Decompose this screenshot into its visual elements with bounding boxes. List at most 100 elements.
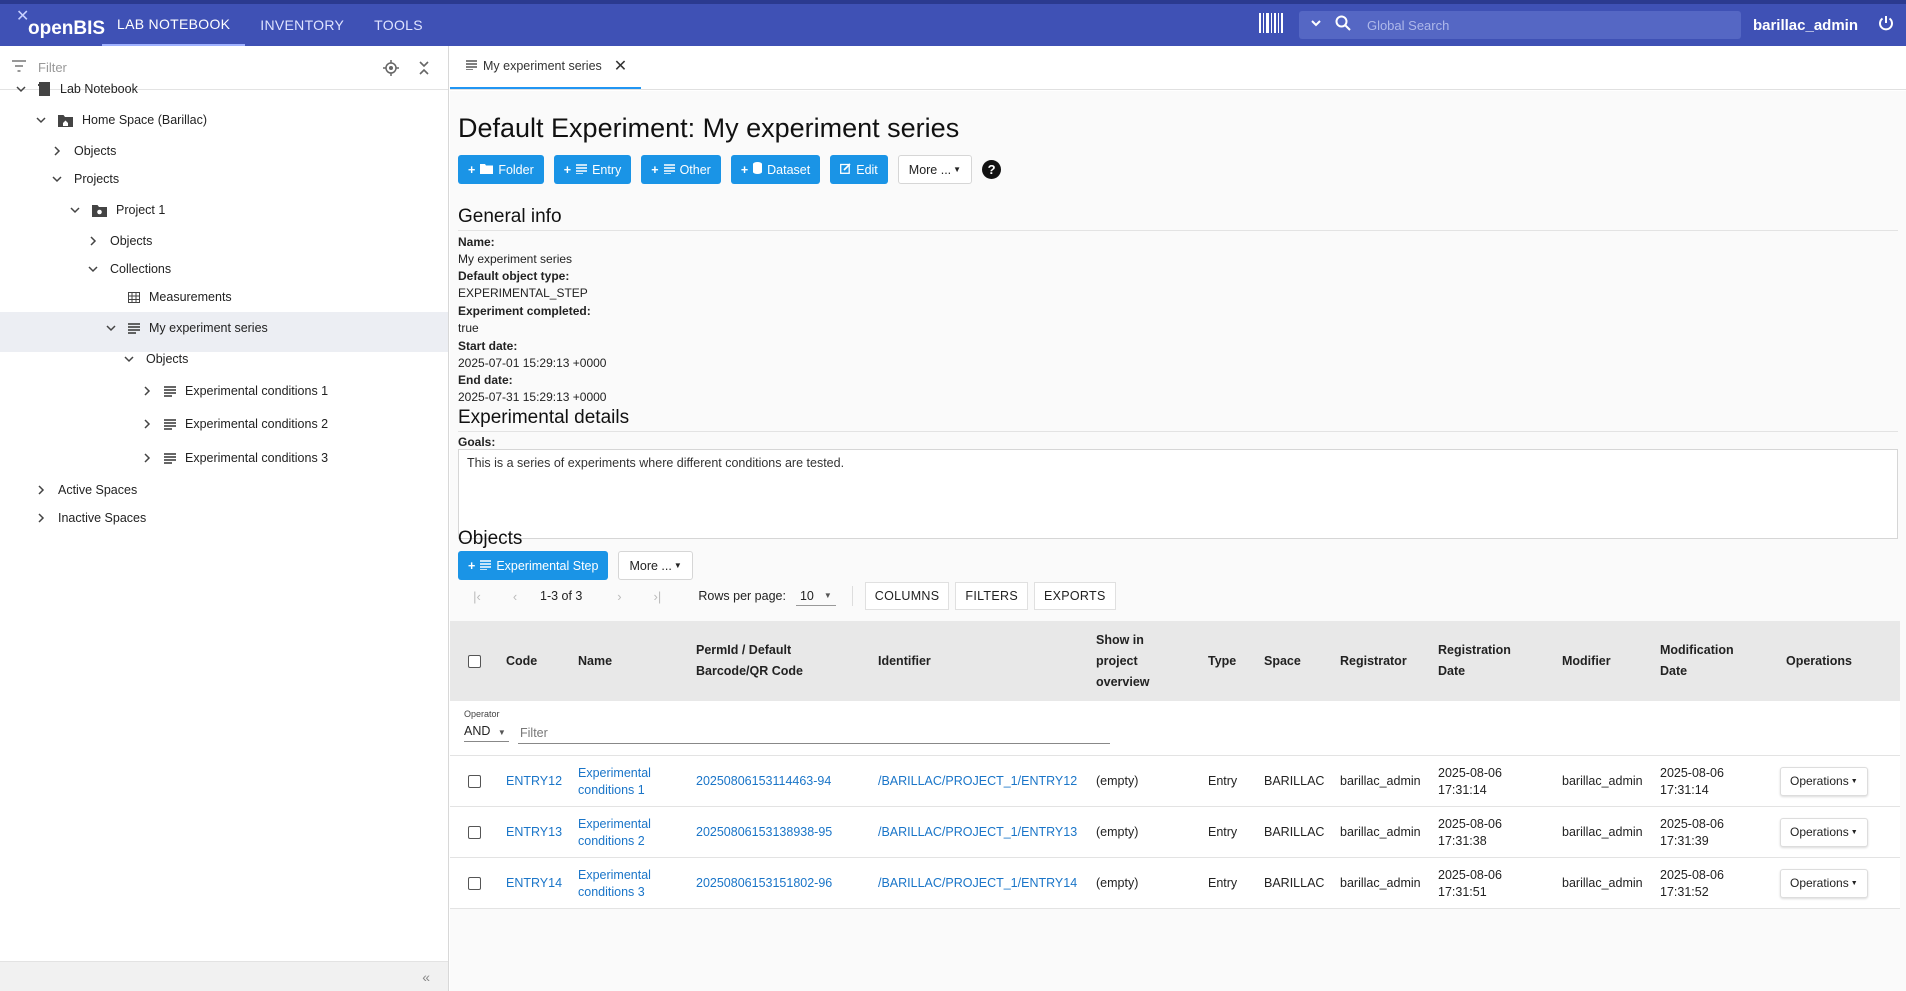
header-code[interactable]: Code bbox=[506, 621, 537, 701]
row-registration-date: 2025-08-06 17:31:38 bbox=[1438, 816, 1502, 848]
edit-button[interactable]: Edit bbox=[830, 155, 888, 184]
tree-item[interactable]: Home Space (Barillac) bbox=[34, 103, 207, 137]
row-identifier[interactable]: /BARILLAC/PROJECT_1/ENTRY12 bbox=[878, 756, 1077, 807]
nav-tab-inventory[interactable]: INVENTORY bbox=[245, 4, 359, 46]
row-checkbox[interactable] bbox=[468, 756, 481, 807]
add-entry-button[interactable]: + Entry bbox=[553, 155, 632, 184]
tree-item[interactable]: Objects bbox=[122, 342, 188, 376]
info-field-label: Name: bbox=[458, 235, 495, 249]
chevron-right-icon[interactable] bbox=[140, 451, 154, 465]
openbis-logo[interactable]: ✕ openBIS bbox=[6, 4, 105, 46]
global-search[interactable] bbox=[1298, 11, 1741, 39]
tree-item[interactable]: Projects bbox=[50, 162, 119, 196]
tree-item[interactable]: Experimental conditions 3 bbox=[140, 441, 328, 475]
operator-select[interactable]: AND ▼ bbox=[464, 724, 509, 742]
collapse-all-icon[interactable] bbox=[418, 61, 430, 80]
locate-icon[interactable] bbox=[383, 60, 399, 81]
header-identifier[interactable]: Identifier bbox=[878, 621, 931, 701]
columns-button[interactable]: COLUMNS bbox=[864, 582, 950, 610]
header-registration-date[interactable]: Registration Date bbox=[1438, 621, 1528, 701]
row-name[interactable]: Experimental conditions 2 bbox=[578, 807, 688, 858]
info-field: Default object type: EXPERIMENTAL_STEP bbox=[458, 269, 588, 300]
barcode-icon[interactable] bbox=[1258, 12, 1283, 38]
row-code[interactable]: ENTRY12 bbox=[506, 756, 562, 807]
chevron-down-icon[interactable] bbox=[50, 172, 64, 186]
row-checkbox[interactable] bbox=[468, 807, 481, 858]
row-name[interactable]: Experimental conditions 1 bbox=[578, 756, 688, 807]
next-page-icon[interactable]: › bbox=[600, 589, 638, 604]
add-experimental-step-button[interactable]: + Experimental Step bbox=[458, 551, 609, 580]
rows-per-page-select[interactable]: 10 ▼ bbox=[795, 587, 836, 606]
row-name[interactable]: Experimental conditions 3 bbox=[578, 858, 688, 909]
header-type[interactable]: Type bbox=[1208, 621, 1236, 701]
tab-my-experiment-series[interactable]: My experiment series ✕ bbox=[450, 45, 642, 89]
header-modification-date[interactable]: Modification Date bbox=[1660, 621, 1750, 701]
row-code[interactable]: ENTRY14 bbox=[506, 858, 562, 909]
row-identifier[interactable]: /BARILLAC/PROJECT_1/ENTRY14 bbox=[878, 858, 1077, 909]
last-page-icon[interactable]: ›| bbox=[638, 589, 676, 604]
header-space[interactable]: Space bbox=[1264, 621, 1301, 701]
help-icon[interactable]: ? bbox=[982, 160, 1002, 179]
nav-tab-lab-notebook[interactable]: LAB NOTEBOOK bbox=[102, 4, 246, 46]
goals-label: Goals: bbox=[458, 435, 496, 449]
tree-item[interactable]: Experimental conditions 2 bbox=[140, 407, 328, 441]
username[interactable]: barillac_admin bbox=[1753, 17, 1858, 34]
select-all-checkbox[interactable] bbox=[468, 621, 481, 701]
chevron-down-icon[interactable] bbox=[34, 113, 48, 127]
chevron-right-icon[interactable] bbox=[140, 417, 154, 431]
global-search-input[interactable] bbox=[1364, 16, 1705, 34]
row-operations-button[interactable]: Operations ▼ bbox=[1780, 818, 1868, 847]
row-checkbox[interactable] bbox=[468, 858, 481, 909]
row-registration-date: 2025-08-06 17:31:14 bbox=[1438, 765, 1502, 797]
chevron-down-icon[interactable] bbox=[1309, 16, 1323, 35]
plus-icon: + bbox=[468, 162, 476, 177]
tree-item[interactable]: My experiment series bbox=[104, 311, 268, 345]
tree-item[interactable]: Project 1 bbox=[68, 193, 165, 227]
chevron-right-icon[interactable] bbox=[50, 144, 64, 158]
add-dataset-button[interactable]: + Dataset bbox=[730, 155, 821, 184]
chevron-right-icon[interactable] bbox=[34, 511, 48, 525]
header-registrator[interactable]: Registrator bbox=[1340, 621, 1407, 701]
close-icon[interactable]: ✕ bbox=[614, 56, 627, 76]
table-row[interactable]: ENTRY12 Experimental conditions 1 20250806… bbox=[450, 756, 1900, 807]
chevron-right-icon[interactable] bbox=[140, 384, 154, 398]
chevron-down-icon[interactable] bbox=[104, 321, 118, 335]
tree-item[interactable]: Measurements bbox=[104, 280, 232, 314]
logout-power-icon[interactable] bbox=[1878, 15, 1894, 36]
chevron-down-icon[interactable] bbox=[86, 262, 100, 276]
tree-item[interactable]: Experimental conditions 1 bbox=[140, 374, 328, 408]
exports-button[interactable]: EXPORTS bbox=[1033, 582, 1116, 610]
header-permid[interactable]: PermId / Default Barcode/QR Code bbox=[696, 621, 826, 701]
add-folder-button[interactable]: + Folder bbox=[458, 155, 544, 184]
table-row[interactable]: ENTRY14 Experimental conditions 3 20250806… bbox=[450, 858, 1900, 909]
tree-item[interactable]: Lab Notebook bbox=[14, 72, 138, 106]
add-dataset-label: Dataset bbox=[767, 162, 811, 177]
row-operations-button[interactable]: Operations ▼ bbox=[1780, 869, 1868, 898]
tab-label: My experiment series bbox=[483, 59, 602, 73]
first-page-icon[interactable]: |‹ bbox=[458, 589, 496, 604]
header-name[interactable]: Name bbox=[578, 621, 612, 701]
row-operations-button[interactable]: Operations ▼ bbox=[1780, 767, 1868, 796]
row-permid[interactable]: 20250806153151802-96 bbox=[696, 858, 832, 909]
table-filter-input[interactable] bbox=[518, 723, 1110, 744]
row-permid[interactable]: 20250806153138938-95 bbox=[696, 807, 832, 858]
more-button[interactable]: More ... ▼ bbox=[897, 155, 973, 184]
collapse-sidebar-icon[interactable]: « bbox=[422, 969, 430, 985]
header-modifier[interactable]: Modifier bbox=[1562, 621, 1611, 701]
row-identifier[interactable]: /BARILLAC/PROJECT_1/ENTRY13 bbox=[878, 807, 1077, 858]
chevron-right-icon[interactable] bbox=[86, 234, 100, 248]
objects-more-button[interactable]: More ... ▼ bbox=[618, 551, 693, 580]
tree-item[interactable]: Inactive Spaces bbox=[34, 501, 146, 535]
prev-page-icon[interactable]: ‹ bbox=[496, 589, 534, 604]
nav-tab-tools[interactable]: TOOLS bbox=[359, 4, 438, 46]
row-code[interactable]: ENTRY13 bbox=[506, 807, 562, 858]
filters-button[interactable]: FILTERS bbox=[955, 582, 1028, 610]
chevron-down-icon[interactable] bbox=[68, 203, 82, 217]
table-row[interactable]: ENTRY13 Experimental conditions 2 20250806… bbox=[450, 807, 1900, 858]
row-permid[interactable]: 20250806153114463-94 bbox=[696, 756, 831, 807]
chevron-right-icon[interactable] bbox=[34, 483, 48, 497]
header-show-in-overview[interactable]: Show in project overview bbox=[1096, 621, 1166, 701]
add-other-button[interactable]: + Other bbox=[641, 155, 721, 184]
chevron-down-icon[interactable] bbox=[122, 352, 136, 366]
chevron-down-icon[interactable] bbox=[14, 82, 28, 96]
